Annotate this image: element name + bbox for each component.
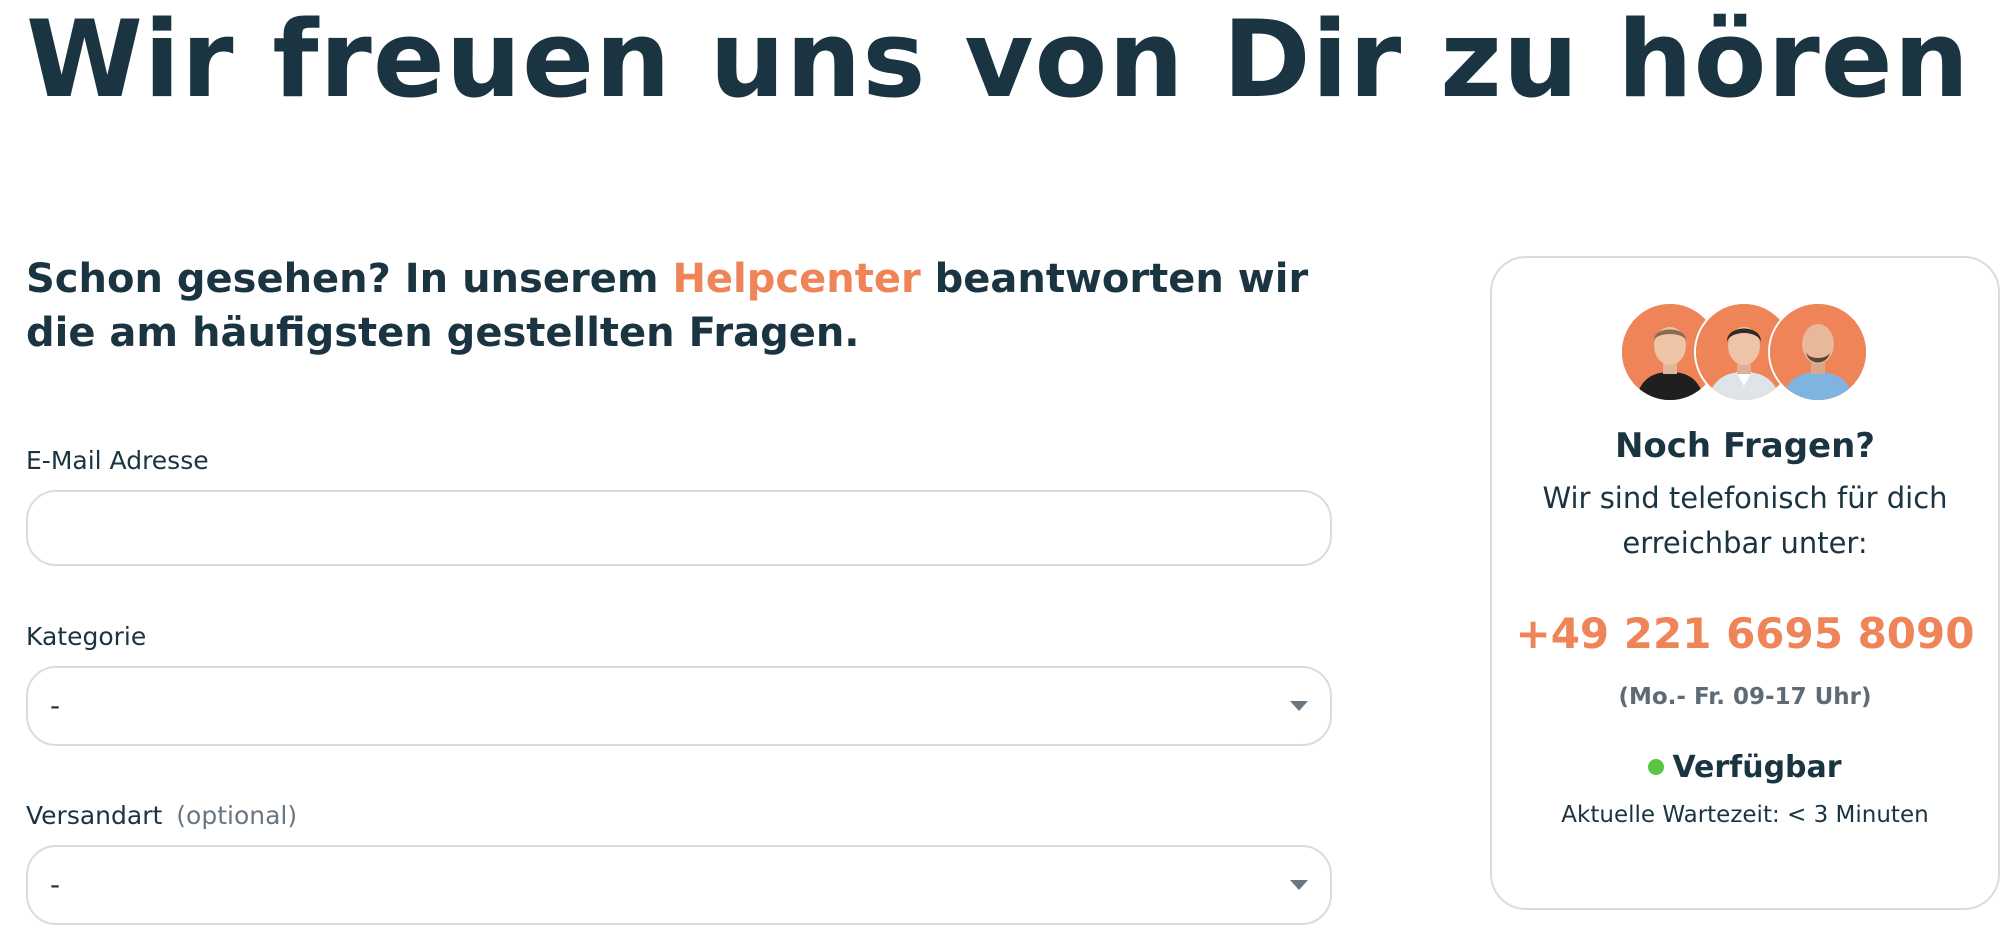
intro-text-before: Schon gesehen? In unserem bbox=[26, 256, 673, 302]
shipping-select-value: - bbox=[50, 868, 61, 901]
opening-hours: (Mo.- Fr. 09-17 Uhr) bbox=[1618, 684, 1872, 710]
support-team-avatars bbox=[1620, 302, 1870, 402]
category-select-value: - bbox=[50, 689, 61, 722]
email-label: E-Mail Adresse bbox=[26, 446, 209, 475]
card-text: Wir sind telefonisch für dich erreichbar… bbox=[1542, 481, 1948, 560]
helpcenter-intro: Schon gesehen? In unserem Helpcenter bea… bbox=[26, 252, 1356, 360]
category-label: Kategorie bbox=[26, 622, 147, 651]
contact-page: Wir freuen uns von Dir zu hören Schon ge… bbox=[0, 0, 2016, 932]
availability-status: Verfügbar bbox=[1492, 748, 1998, 788]
shipping-label-text: Versandart bbox=[26, 801, 163, 830]
status-dot-icon bbox=[1648, 759, 1665, 775]
chevron-down-icon bbox=[1290, 880, 1308, 890]
phone-link[interactable]: +49 221 6695 8090 bbox=[1492, 608, 1998, 660]
shipping-select[interactable]: - bbox=[26, 845, 1332, 925]
wait-time: Aktuelle Wartezeit: < 3 Minuten bbox=[1561, 802, 1929, 828]
avatar bbox=[1768, 302, 1868, 402]
chevron-down-icon bbox=[1290, 701, 1308, 711]
optional-hint: (optional) bbox=[176, 801, 298, 830]
page-title: Wir freuen uns von Dir zu hören bbox=[26, 0, 1971, 121]
helpcenter-link[interactable]: Helpcenter bbox=[672, 256, 920, 302]
card-title: Noch Fragen? bbox=[1614, 426, 1876, 466]
category-select[interactable]: - bbox=[26, 666, 1332, 746]
contact-card: Noch Fragen? Wir sind telefonisch für di… bbox=[1490, 256, 2000, 910]
email-field[interactable] bbox=[26, 490, 1332, 566]
status-text: Verfügbar bbox=[1672, 750, 1842, 785]
shipping-label: Versandart (optional) bbox=[26, 801, 297, 831]
